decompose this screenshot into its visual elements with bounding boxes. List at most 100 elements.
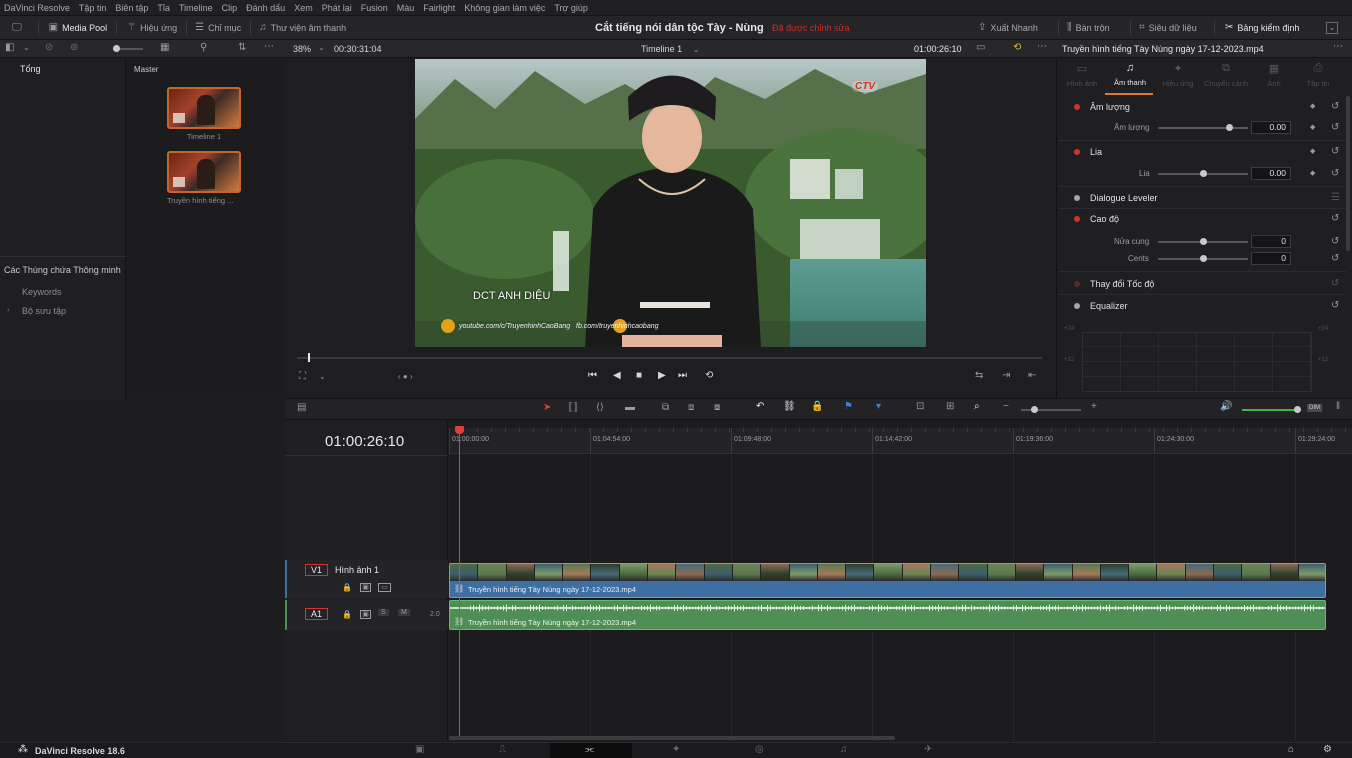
marker-icon[interactable]: ▾ xyxy=(876,402,881,412)
menu-item[interactable]: Clip xyxy=(222,3,238,13)
metadata-button[interactable]: ⌗ Siêu dữ liệu xyxy=(1139,22,1197,33)
menu-item[interactable]: Biên tập xyxy=(115,3,148,13)
reset-icon[interactable]: ↺ xyxy=(1331,236,1339,247)
timeline-selector[interactable]: Timeline 1 ⌄ xyxy=(641,44,699,55)
auto-select-icon[interactable]: ▣ xyxy=(360,583,371,592)
equalizer-header[interactable]: Equalizer ↺ xyxy=(1058,300,1348,312)
reset-icon[interactable]: ↺ xyxy=(1331,214,1339,224)
keyframe-icon[interactable]: ◆ xyxy=(1310,169,1315,179)
speed-change-header[interactable]: Thay đổi Tốc độ ↺ xyxy=(1058,278,1348,290)
chevron-down-icon[interactable]: ⌄ xyxy=(318,43,325,53)
loop-icon[interactable]: ⟲ xyxy=(705,371,713,381)
viewer-scrubber[interactable] xyxy=(297,353,1042,362)
media-item-clip[interactable]: Truyền hình tiếng ... xyxy=(167,151,257,205)
timeline-ruler[interactable]: 01:00:00:00 01:04:54:00 01:09:48:00 01:14:4… xyxy=(449,428,1352,454)
menu-icon[interactable]: ☰ xyxy=(1331,193,1340,203)
dim-button[interactable]: DIM xyxy=(1307,404,1322,412)
timeline-view-options-icon[interactable]: ▤ xyxy=(297,403,306,413)
menu-item[interactable]: Tỉa xyxy=(157,3,170,13)
pan-section-header[interactable]: Lia ◆ ↺ xyxy=(1058,146,1348,158)
home-icon[interactable]: ⌂ xyxy=(1288,745,1294,755)
flag-icon[interactable]: ⚑ xyxy=(844,402,853,412)
more-options-icon[interactable]: ⋯ xyxy=(1037,42,1047,52)
chevron-right-icon[interactable]: › xyxy=(7,305,10,315)
reset-icon[interactable]: ↺ xyxy=(1331,122,1339,133)
monitor-icon[interactable]: 🖵 xyxy=(12,22,22,33)
index-button[interactable]: ☰ Chỉ mục xyxy=(195,22,241,33)
media-item-timeline[interactable]: Timeline 1 xyxy=(167,87,247,141)
menu-item[interactable]: Fusion xyxy=(361,3,388,13)
keyframe-icon[interactable]: ◆ xyxy=(1310,123,1315,133)
dynamic-trim-icon[interactable]: ⟨⟩ xyxy=(596,403,604,413)
root-bin[interactable]: Tổng xyxy=(20,64,41,74)
inspector-tab[interactable]: ✦ Hiệu ứng xyxy=(1154,62,1202,88)
volume-value[interactable]: 0.00 xyxy=(1251,121,1291,134)
pan-value[interactable]: 0.00 xyxy=(1251,167,1291,180)
menu-item[interactable]: Fairlight xyxy=(423,3,455,13)
collections-item[interactable]: Bộ sưu tập xyxy=(22,306,66,316)
semitones-slider[interactable] xyxy=(1158,237,1248,245)
zoom-detail-icon[interactable]: ⊞ xyxy=(946,402,954,412)
selection-tool-icon[interactable]: ➤ xyxy=(543,403,551,413)
timeline-scrollbar[interactable] xyxy=(449,736,895,740)
trim-tool-icon[interactable]: ⟦⟧ xyxy=(568,403,578,413)
reset-icon[interactable]: ↺ xyxy=(1331,279,1339,289)
dialogue-leveler-header[interactable]: Dialogue Leveler ☰ xyxy=(1058,192,1348,204)
viewer-zoom[interactable]: 38% xyxy=(293,44,311,54)
menu-item[interactable]: Xem xyxy=(294,3,313,13)
solo-button[interactable]: S xyxy=(378,609,389,616)
volume-enable-dot[interactable] xyxy=(1074,104,1080,110)
search-icon[interactable]: ⚲ xyxy=(200,43,207,53)
pan-slider[interactable] xyxy=(1158,169,1248,177)
cents-slider[interactable] xyxy=(1158,254,1248,262)
menu-item[interactable]: Tập tin xyxy=(79,3,107,13)
panel-toggle-icon[interactable]: ◧ xyxy=(5,43,14,53)
speed-change-enable-dot[interactable] xyxy=(1074,281,1080,287)
timeline-zoom-slider[interactable] xyxy=(1021,406,1081,413)
color-page-icon[interactable]: ◎ xyxy=(755,745,764,755)
blade-tool-icon[interactable]: ▬ xyxy=(625,403,635,413)
effects-button[interactable]: ⚚ Hiệu ứng xyxy=(127,22,177,33)
auto-select-icon[interactable]: ▣ xyxy=(360,610,371,619)
overwrite-clip-icon[interactable]: ⧈ xyxy=(688,403,694,413)
mark-out-icon[interactable]: ⇤ xyxy=(1028,371,1036,381)
inspector-tab[interactable]: ♫ Âm thanh xyxy=(1106,62,1154,87)
audio-track-id[interactable]: A1 xyxy=(305,608,329,620)
inspector-tab[interactable]: ▦ Ảnh xyxy=(1250,62,1298,88)
reset-icon[interactable]: ↺ xyxy=(1331,301,1339,311)
sound-library-button[interactable]: ♫ Thư viện âm thanh xyxy=(259,22,346,33)
reset-icon[interactable]: ↺ xyxy=(1331,168,1339,179)
filter-icon[interactable]: ⊚ xyxy=(70,43,78,53)
menu-item[interactable]: Phát lại xyxy=(322,3,352,13)
dialogue-leveler-enable-dot[interactable] xyxy=(1074,195,1080,201)
audio-track-header[interactable]: A1 🔒 ▣ S M 2.0 xyxy=(285,600,448,630)
zoom-in-icon[interactable]: + xyxy=(1091,402,1097,412)
chevron-down-icon[interactable]: ⌄ xyxy=(23,43,30,53)
lock-icon[interactable]: 🔒 xyxy=(342,583,352,593)
volume-icon[interactable]: 🔊 xyxy=(1220,402,1232,412)
insert-clip-icon[interactable]: ⧉ xyxy=(662,403,669,413)
lock-icon[interactable]: 🔒 xyxy=(342,610,352,620)
volume-section-header[interactable]: Âm lượng ◆ ↺ xyxy=(1058,101,1348,113)
keyframe-icon[interactable]: ◆ xyxy=(1310,147,1315,157)
media-page-icon[interactable]: ▣ xyxy=(415,745,424,755)
cents-value[interactable]: 0 xyxy=(1251,252,1291,265)
quick-export-button[interactable]: ⇪ Xuất Nhanh xyxy=(978,22,1038,33)
keywords-item[interactable]: Keywords xyxy=(22,287,62,297)
video-clip[interactable]: ⛓ Truyền hình tiếng Tày Nùng ngày 17-12-… xyxy=(449,563,1326,598)
expand-icon[interactable]: ⌄ xyxy=(1326,21,1338,34)
mark-in-icon[interactable]: ⇥ xyxy=(1002,371,1010,381)
color-wheel-icon[interactable]: ⟲ xyxy=(1013,43,1021,53)
match-frame-icon[interactable]: ⇆ xyxy=(975,371,983,381)
deliver-page-icon[interactable]: ✈ xyxy=(924,745,932,755)
fusion-page-icon[interactable]: ✦ xyxy=(672,745,680,755)
equalizer-graph[interactable] xyxy=(1082,332,1312,392)
link-icon[interactable]: ⊘ xyxy=(45,43,53,53)
reset-icon[interactable]: ↺ xyxy=(1331,253,1339,264)
media-pool-button[interactable]: ▣ Media Pool xyxy=(49,22,107,33)
inspector-tab[interactable]: ▭ Hình ảnh xyxy=(1058,62,1106,88)
skip-to-end-icon[interactable]: ⏭ xyxy=(678,371,687,381)
more-options-icon[interactable]: ⋯ xyxy=(1333,42,1343,52)
keyframe-icon[interactable]: ◆ xyxy=(1310,102,1315,112)
replace-clip-icon[interactable]: ⧇ xyxy=(714,403,720,413)
